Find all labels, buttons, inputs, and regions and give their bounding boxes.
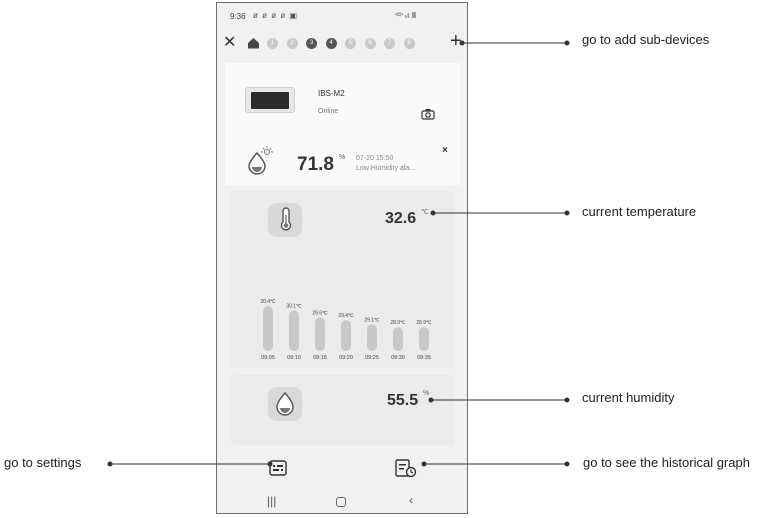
callout-settings: go to settings [4, 455, 82, 470]
screenshot: 9:36 ø ø ø ø ▣ ✕ 12345678 + IBS-M2 Onlin… [0, 0, 781, 518]
callout-current-humidity: current humidity [582, 390, 675, 405]
callout-historical-graph: go to see the historical graph [583, 455, 750, 470]
callout-current-temperature: current temperature [582, 204, 697, 219]
callout-lines [107, 40, 570, 467]
callout-add-sub-devices: go to add sub-devices [582, 32, 710, 47]
